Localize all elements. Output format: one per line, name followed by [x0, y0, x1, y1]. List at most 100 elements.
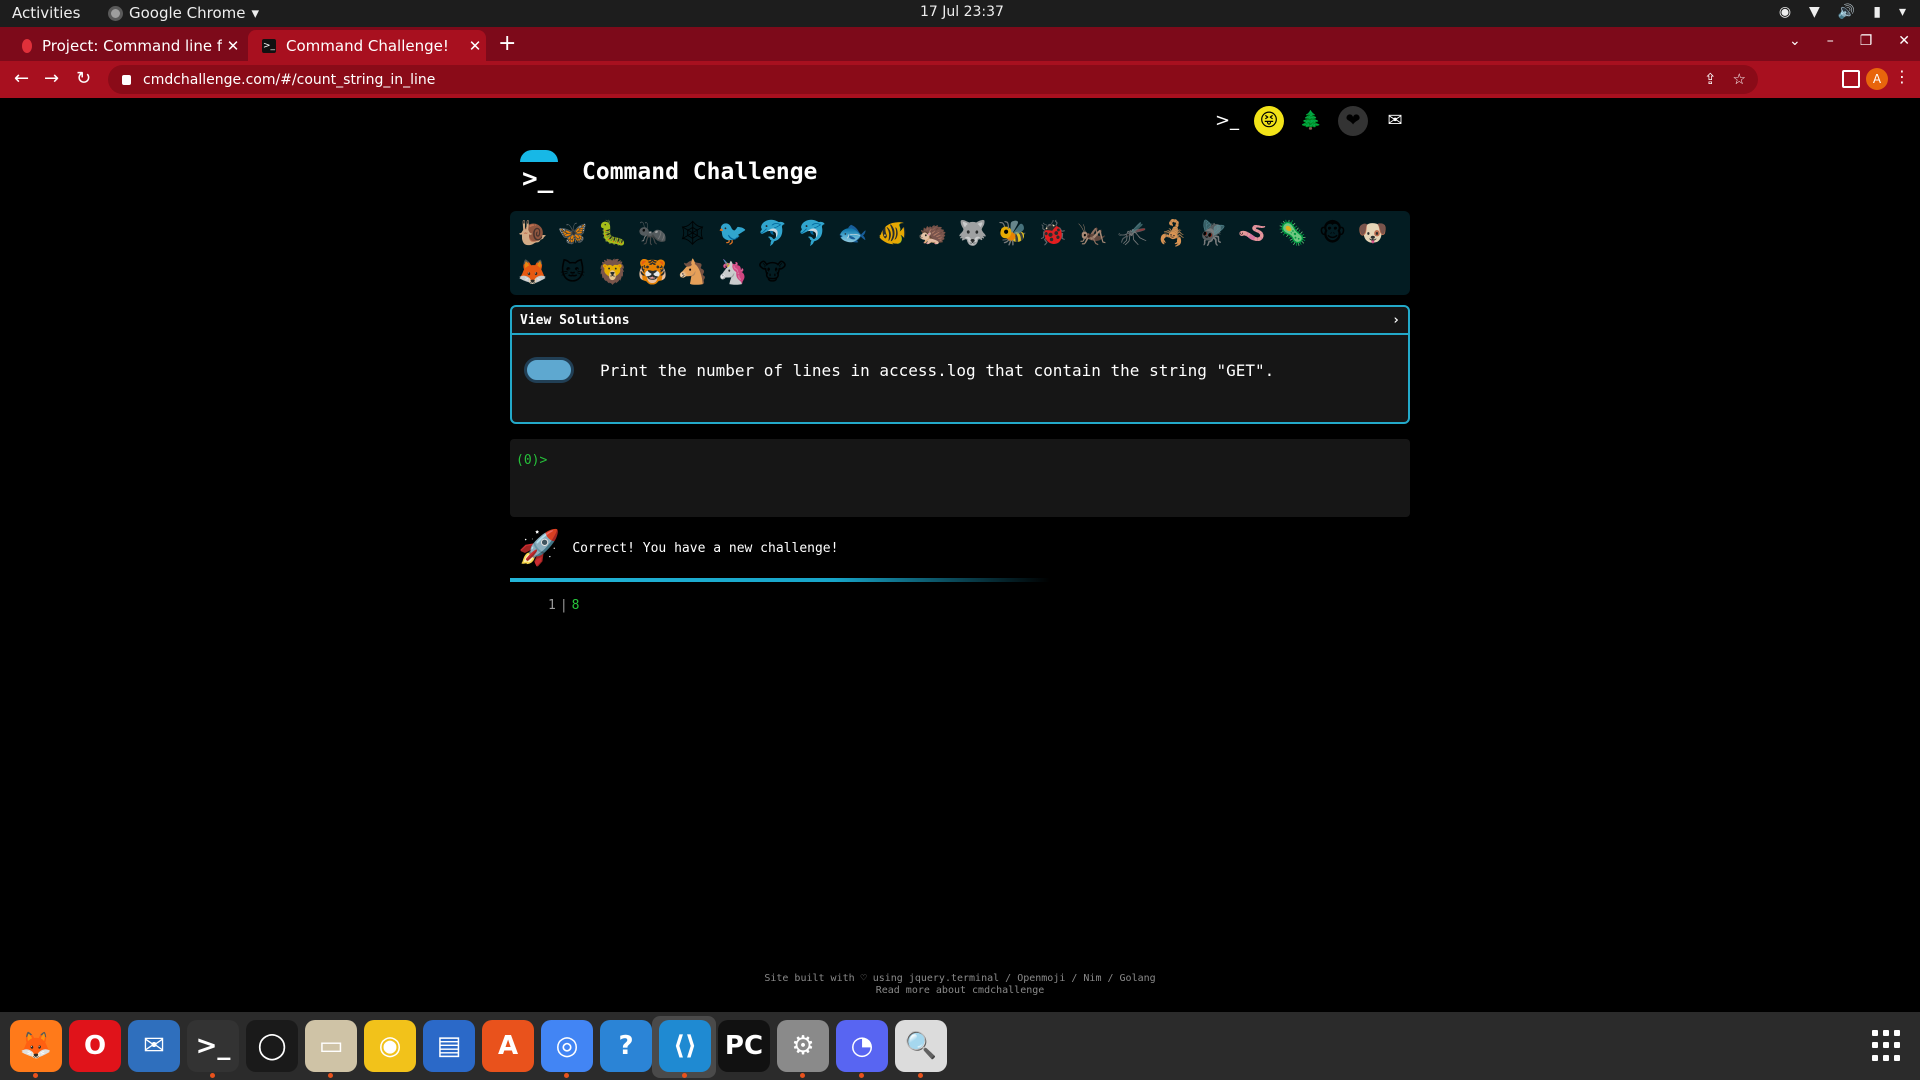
chevron-down-icon[interactable]: ▾ — [1899, 4, 1906, 20]
progress-bar — [510, 578, 1050, 582]
minimize-icon[interactable]: – — [1827, 33, 1834, 49]
challenge-emoji-29[interactable]: 🐮 — [756, 256, 789, 289]
volume-icon[interactable]: 🔊 — [1838, 4, 1855, 20]
image-viewer-icon[interactable]: 🔍 — [895, 1020, 947, 1078]
chrome-icon[interactable]: ◎ — [541, 1020, 593, 1078]
challenge-emoji-14[interactable]: 🐞 — [1036, 217, 1069, 250]
opera-icon[interactable]: O — [69, 1020, 121, 1072]
running-indicator — [800, 1073, 805, 1078]
challenge-emoji-24[interactable]: 🐱 — [556, 256, 589, 289]
clock[interactable]: 17 Jul 23:37 — [920, 4, 1004, 20]
challenge-emoji-3[interactable]: 🐛 — [596, 217, 629, 250]
pycharm-icon[interactable]: PC — [718, 1020, 770, 1072]
challenge-emoji-7[interactable]: 🐬 — [756, 217, 789, 250]
emoji-link-icon[interactable]: 😝 — [1254, 106, 1284, 136]
challenge-emoji-1[interactable]: 🐌 — [516, 217, 549, 250]
challenge-emoji-22[interactable]: 🐶 — [1356, 217, 1389, 250]
challenge-emoji-20[interactable]: 🦠 — [1276, 217, 1309, 250]
tab-strip: Project: Command line fo ✕ >_ Command Ch… — [0, 27, 1920, 61]
challenge-emoji-9[interactable]: 🐟 — [836, 217, 869, 250]
bookmark-star-icon[interactable]: ☆ — [1733, 70, 1746, 88]
forward-icon[interactable]: → — [44, 68, 59, 89]
thunderbird-icon[interactable]: ✉ — [128, 1020, 180, 1072]
challenge-emoji-27[interactable]: 🐴 — [676, 256, 709, 289]
discord-tray-icon[interactable]: ◉ — [1779, 4, 1791, 20]
terminal-icon[interactable]: >_ — [187, 1020, 239, 1078]
challenge-emoji-10[interactable]: 🐠 — [876, 217, 909, 250]
terminal-link-icon[interactable]: >_ — [1212, 106, 1242, 136]
close-icon[interactable]: ✕ — [222, 37, 244, 55]
challenge-emoji-23[interactable]: 🦊 — [516, 256, 549, 289]
challenge-emoji-6[interactable]: 🐦 — [716, 217, 749, 250]
files-icon[interactable]: ▭ — [305, 1020, 357, 1078]
show-apps-icon[interactable] — [1872, 1030, 1904, 1062]
running-indicator — [682, 1073, 687, 1078]
browser-toolbar: ← → ↻ cmdchallenge.com/#/count_string_in… — [0, 61, 1920, 98]
footer-credits[interactable]: Site built with ♡ using jquery.terminal … — [0, 973, 1920, 985]
output-line-number: 1 — [548, 598, 556, 613]
challenge-emoji-5[interactable]: 🕸 — [676, 217, 709, 250]
challenge-emoji-12[interactable]: 🐺 — [956, 217, 989, 250]
vscode-icon[interactable]: ⟨⟩ — [659, 1020, 711, 1078]
challenge-emoji-2[interactable]: 🦋 — [556, 217, 589, 250]
site-header: >_ Command Challenge — [518, 150, 817, 194]
battery-icon[interactable]: ▮ — [1873, 4, 1881, 20]
obs-icon[interactable]: ◯ — [246, 1020, 298, 1072]
challenge-emoji-18[interactable]: 🪰 — [1196, 217, 1229, 250]
settings-icon[interactable]: ⚙ — [777, 1020, 829, 1078]
mail-icon[interactable]: ✉ — [1380, 106, 1410, 136]
url-text[interactable]: cmdchallenge.com/#/count_string_in_line — [143, 72, 435, 88]
app-menu[interactable]: Google Chrome ▾ — [108, 4, 259, 22]
running-indicator — [564, 1073, 569, 1078]
site-logo-icon[interactable]: >_ — [518, 150, 562, 194]
challenge-emoji-8[interactable]: 🐬 — [796, 217, 829, 250]
writer-icon[interactable]: ▤ — [423, 1020, 475, 1072]
heart-link-icon[interactable]: ❤ — [1338, 106, 1368, 136]
challenge-emoji-13[interactable]: 🐝 — [996, 217, 1029, 250]
back-icon[interactable]: ← — [14, 68, 29, 89]
tab-command-challenge[interactable]: >_ Command Challenge! ✕ — [248, 30, 486, 61]
challenge-emoji-25[interactable]: 🦁 — [596, 256, 629, 289]
chevron-down-icon: ▾ — [251, 4, 260, 22]
help-icon[interactable]: ? — [600, 1020, 652, 1072]
wifi-icon[interactable]: ▼ — [1809, 4, 1820, 20]
new-tab-button[interactable]: + — [498, 31, 516, 56]
challenge-emoji-17[interactable]: 🦂 — [1156, 217, 1189, 250]
address-bar[interactable]: cmdchallenge.com/#/count_string_in_line … — [108, 65, 1758, 94]
terminal-input[interactable]: (0)> — [510, 439, 1410, 517]
challenge-emoji-19[interactable]: 🪱 — [1236, 217, 1269, 250]
share-icon[interactable]: ⇪ — [1704, 70, 1717, 88]
challenge-emoji-16[interactable]: 🦟 — [1116, 217, 1149, 250]
software-icon[interactable]: A — [482, 1020, 534, 1072]
terminal-prompt: (0)> — [516, 453, 548, 468]
close-window-icon[interactable]: ✕ — [1898, 33, 1910, 49]
footer: Site built with ♡ using jquery.terminal … — [0, 973, 1920, 997]
tab-project[interactable]: Project: Command line fo ✕ — [8, 30, 244, 61]
challenge-emoji-15[interactable]: 🦗 — [1076, 217, 1109, 250]
reload-icon[interactable]: ↻ — [76, 68, 91, 89]
profile-avatar[interactable]: A — [1866, 68, 1888, 90]
challenge-emoji-21[interactable]: 🐵 — [1316, 217, 1349, 250]
lock-icon[interactable] — [122, 74, 131, 85]
challenge-emoji-26[interactable]: 🐯 — [636, 256, 669, 289]
footer-read-more-link[interactable]: Read more about cmdchallenge — [0, 985, 1920, 997]
web-page: >_ 😝 🌲 ❤ ✉ >_ Command Challenge 🐌 🦋 🐛 🐜 🕸 🐦 🐬 🐬… — [0, 98, 1920, 1012]
view-solutions-toggle[interactable]: View Solutions › — [512, 307, 1408, 335]
project-favicon-icon — [22, 38, 32, 53]
close-icon[interactable]: ✕ — [464, 37, 486, 55]
challenge-emoji-28[interactable]: 🦄 — [716, 256, 749, 289]
more-menu-icon[interactable]: ⋮ — [1894, 67, 1910, 86]
side-panel-icon[interactable] — [1842, 70, 1860, 88]
tab-search-icon[interactable]: ⌄ — [1789, 33, 1801, 49]
rhythmbox-icon[interactable]: ◉ — [364, 1020, 416, 1072]
discord-icon[interactable]: ◔ — [836, 1020, 888, 1078]
activities-button[interactable]: Activities — [12, 4, 80, 22]
command-output: 1 | 8 — [548, 598, 580, 613]
restore-icon[interactable]: ❐ — [1860, 33, 1873, 49]
challenge-emoji-11[interactable]: 🦔 — [916, 217, 949, 250]
tree-link-icon[interactable]: 🌲 — [1296, 106, 1326, 136]
system-tray[interactable]: ◉ ▼ 🔊 ▮ ▾ — [1779, 4, 1906, 20]
result-banner: 🚀 Correct! You have a new challenge! — [518, 528, 838, 568]
challenge-emoji-4[interactable]: 🐜 — [636, 217, 669, 250]
firefox-icon[interactable]: 🦊 — [10, 1020, 62, 1078]
